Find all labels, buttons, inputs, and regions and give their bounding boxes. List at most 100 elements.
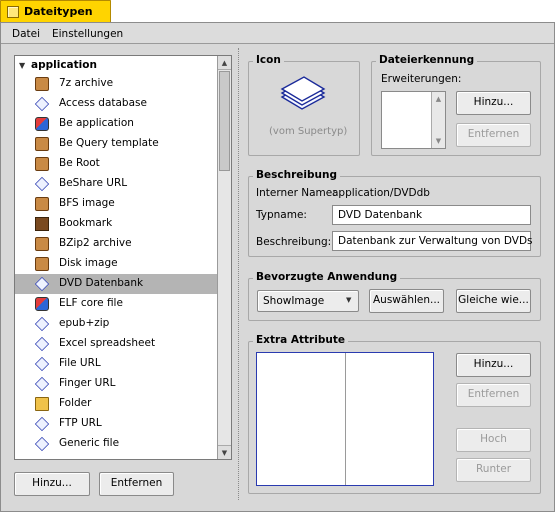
list-item[interactable]: BFS image xyxy=(15,194,217,214)
document-icon xyxy=(34,96,50,112)
document-icon xyxy=(34,376,50,392)
list-item-label: Be Root xyxy=(59,157,100,169)
move-down-button[interactable]: Runter xyxy=(456,458,531,482)
list-item-label: DVD Datenbank xyxy=(59,277,144,289)
extra-attributes-title: Extra Attribute xyxy=(253,334,348,346)
list-item[interactable]: ELF core file xyxy=(15,294,217,314)
add-type-button[interactable]: Hinzu... xyxy=(14,472,90,496)
window-title: Dateitypen xyxy=(24,5,93,18)
attributes-table[interactable] xyxy=(256,352,434,486)
preferred-app-value: ShowImage xyxy=(263,295,325,307)
same-as-button[interactable]: Gleiche wie... xyxy=(456,289,531,313)
list-item-label: FTP URL xyxy=(59,417,102,429)
list-item-label: Disk image xyxy=(59,257,118,269)
icon-group-title: Icon xyxy=(253,54,284,66)
icon-caption: (vom Supertyp) xyxy=(269,126,348,137)
list-item[interactable]: File URL xyxy=(15,354,217,374)
type-name-label: Typname: xyxy=(256,209,307,221)
list-item-label: 7z archive xyxy=(59,77,114,89)
list-item[interactable]: Folder xyxy=(15,394,217,414)
close-icon[interactable] xyxy=(7,6,19,18)
pane-divider[interactable] xyxy=(238,48,239,500)
scroll-up-icon[interactable]: ▲ xyxy=(218,56,231,70)
archive-icon xyxy=(35,197,49,211)
list-root-label[interactable]: application xyxy=(31,59,97,71)
scroll-up-icon[interactable]: ▲ xyxy=(432,92,445,106)
description-label: Beschreibung: xyxy=(256,236,332,248)
preferred-app-title: Bevorzugte Anwendung xyxy=(253,271,401,283)
document-icon xyxy=(34,176,50,192)
scroll-down-icon[interactable]: ▼ xyxy=(218,445,231,459)
list-item-label: Access database xyxy=(59,97,147,109)
list-item[interactable]: Be Query template xyxy=(15,134,217,154)
list-item-label: BeShare URL xyxy=(59,177,128,189)
app-icon xyxy=(35,297,49,311)
choose-app-button[interactable]: Auswählen... xyxy=(369,289,444,313)
extensions-label: Erweiterungen: xyxy=(381,73,462,85)
list-item[interactable]: Generic file xyxy=(15,434,217,454)
list-item[interactable]: Be Root xyxy=(15,154,217,174)
list-item-label: Finger URL xyxy=(59,377,116,389)
add-attribute-button[interactable]: Hinzu... xyxy=(456,353,531,377)
query-icon xyxy=(35,137,49,151)
add-extension-button[interactable]: Hinzu... xyxy=(456,91,531,115)
internal-name-label: Interner Name: xyxy=(256,187,336,199)
list-item-label: epub+zip xyxy=(59,317,110,329)
document-icon xyxy=(34,356,50,372)
folder-icon xyxy=(35,397,49,411)
scroll-thumb[interactable] xyxy=(219,71,230,171)
remove-extension-button[interactable]: Entfernen xyxy=(456,123,531,147)
list-item-label: Excel spreadsheet xyxy=(59,337,156,349)
move-up-button[interactable]: Hoch xyxy=(456,428,531,452)
description-field[interactable]: Datenbank zur Verwaltung von DVDs xyxy=(332,231,533,251)
archive-icon xyxy=(35,257,49,271)
remove-attribute-button[interactable]: Entfernen xyxy=(456,383,531,407)
document-icon xyxy=(34,416,50,432)
list-item[interactable]: Bookmark xyxy=(15,214,217,234)
document-icon xyxy=(34,316,50,332)
list-item-label: BZip2 archive xyxy=(59,237,132,249)
list-item[interactable]: Access database xyxy=(15,94,217,114)
document-icon xyxy=(34,436,50,452)
list-item-label: BFS image xyxy=(59,197,115,209)
menu-bar: Datei Einstellungen xyxy=(1,23,554,44)
internal-name-value: application/DVDdb xyxy=(332,187,430,199)
list-item[interactable]: Be application xyxy=(15,114,217,134)
remove-type-button[interactable]: Entfernen xyxy=(99,472,174,496)
document-icon xyxy=(34,336,50,352)
column-divider[interactable] xyxy=(345,353,346,485)
description-title: Beschreibung xyxy=(253,169,340,181)
menu-einstellungen[interactable]: Einstellungen xyxy=(52,28,123,40)
menu-datei[interactable]: Datei xyxy=(12,28,40,40)
archive-icon xyxy=(35,77,49,91)
recognition-title: Dateierkennung xyxy=(376,54,478,66)
list-item[interactable]: Finger URL xyxy=(15,374,217,394)
list-item-label: ELF core file xyxy=(59,297,123,309)
archive-icon xyxy=(35,237,49,251)
list-item[interactable]: DVD Datenbank xyxy=(15,274,217,294)
list-item-label: Bookmark xyxy=(59,217,113,229)
list-item[interactable]: 7z archive xyxy=(15,74,217,94)
list-item[interactable]: epub+zip xyxy=(15,314,217,334)
list-item-label: Generic file xyxy=(59,437,120,449)
list-item[interactable]: FTP URL xyxy=(15,414,217,434)
window-title-tab[interactable]: Dateitypen xyxy=(0,0,111,22)
scroll-down-icon[interactable]: ▼ xyxy=(432,134,445,148)
app-icon xyxy=(35,117,49,131)
list-item[interactable]: Disk image xyxy=(15,254,217,274)
list-item-label: Folder xyxy=(59,397,92,409)
list-item-label: File URL xyxy=(59,357,101,369)
extensions-scrollbar[interactable]: ▲ ▼ xyxy=(431,92,445,148)
bookmark-icon xyxy=(35,217,49,231)
list-item[interactable]: BZip2 archive xyxy=(15,234,217,254)
list-item-label: Be Query template xyxy=(59,137,159,149)
file-type-icon[interactable] xyxy=(278,75,328,117)
type-name-field[interactable]: DVD Datenbank xyxy=(332,205,531,225)
list-item-label: Be application xyxy=(59,117,134,129)
root-icon xyxy=(35,157,49,171)
list-item[interactable]: Excel spreadsheet xyxy=(15,334,217,354)
list-scrollbar[interactable]: ▲ ▼ xyxy=(217,56,231,459)
list-item[interactable]: BeShare URL xyxy=(15,174,217,194)
preferred-app-menu[interactable]: ShowImage ▼ xyxy=(257,290,359,312)
expand-triangle-icon[interactable]: ▼ xyxy=(19,61,25,70)
